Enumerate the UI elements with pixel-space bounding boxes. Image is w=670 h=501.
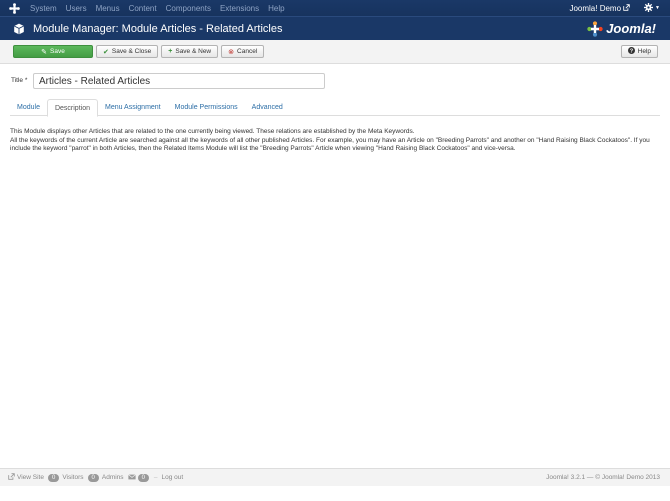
visitors-status: 0 Visitors [47, 473, 84, 482]
messages-badge: 0 [137, 473, 149, 482]
svg-text:?: ? [629, 49, 633, 54]
external-link-icon [8, 473, 15, 482]
admins-badge: 0 [87, 473, 99, 482]
page-header: Module Manager: Module Articles - Relate… [0, 16, 670, 40]
top-navbar: System Users Menus Content Components Ex… [0, 0, 670, 16]
tab-menu-assignment[interactable]: Menu Assignment [98, 99, 168, 116]
nav-components[interactable]: Components [166, 4, 211, 13]
save-button[interactable]: ✎ Save [13, 45, 93, 58]
page-title: Module Manager: Module Articles - Relate… [33, 22, 283, 35]
module-description: This Module displays other Articles that… [10, 128, 662, 154]
cancel-circle-icon: ⊗ [228, 48, 235, 56]
page-bottom [0, 486, 670, 501]
copyright-text: Joomla! 3.2.1 — © Joomla! Demo 2013 [546, 474, 660, 481]
user-menu[interactable]: ▼ [644, 2, 660, 14]
divider: – [153, 474, 158, 481]
title-input[interactable] [33, 73, 325, 89]
check-icon: ✔ [103, 48, 109, 56]
messages-status[interactable]: 0 [127, 473, 150, 482]
joomla-menu-icon[interactable] [8, 2, 20, 14]
question-icon: ? [627, 47, 635, 56]
cancel-button[interactable]: ⊗ Cancel [221, 45, 265, 58]
help-button[interactable]: ? Help [620, 45, 658, 58]
joomla-logo: Joomla! [587, 20, 656, 37]
tab-description[interactable]: Description [46, 99, 98, 117]
visitors-badge: 0 [47, 473, 60, 482]
description-line-1: This Module displays other Articles that… [10, 128, 415, 135]
tab-module[interactable]: Module [10, 99, 47, 116]
site-link[interactable]: Joomla! Demo [569, 4, 630, 13]
cube-icon [13, 23, 25, 35]
title-row: Title * [11, 73, 325, 89]
save-new-button[interactable]: + Save & New [161, 45, 219, 58]
view-site-link[interactable]: View Site [8, 473, 44, 482]
title-label: Title * [11, 77, 28, 84]
nav-extensions[interactable]: Extensions [220, 4, 259, 13]
save-close-button[interactable]: ✔ Save & Close [96, 45, 159, 58]
status-footer: View Site 0 Visitors 0 Admins 0 – Log ou… [0, 468, 670, 486]
nav-menus[interactable]: Menus [96, 4, 120, 13]
nav-system[interactable]: System [30, 4, 57, 13]
gear-icon [644, 2, 654, 14]
nav-users[interactable]: Users [66, 4, 87, 13]
plus-icon: + [168, 48, 173, 55]
toolbar: ✎ Save ✔ Save & Close + Save & New ⊗ Can… [0, 40, 670, 64]
nav-help[interactable]: Help [268, 4, 284, 13]
tab-bar: Module Description Menu Assignment Modul… [10, 99, 660, 117]
joomla-logo-icon [587, 20, 603, 37]
chevron-down-icon: ▼ [655, 5, 660, 11]
external-link-icon [623, 3, 630, 13]
envelope-icon [127, 473, 136, 482]
logout-link[interactable]: Log out [162, 474, 184, 481]
admins-status: 0 Admins [87, 473, 124, 482]
nav-content[interactable]: Content [129, 4, 157, 13]
edit-icon: ✎ [41, 48, 48, 56]
tab-advanced[interactable]: Advanced [245, 99, 290, 116]
tab-module-permissions[interactable]: Module Permissions [168, 99, 245, 116]
description-line-2: All the keywords of the current Article … [10, 136, 650, 153]
